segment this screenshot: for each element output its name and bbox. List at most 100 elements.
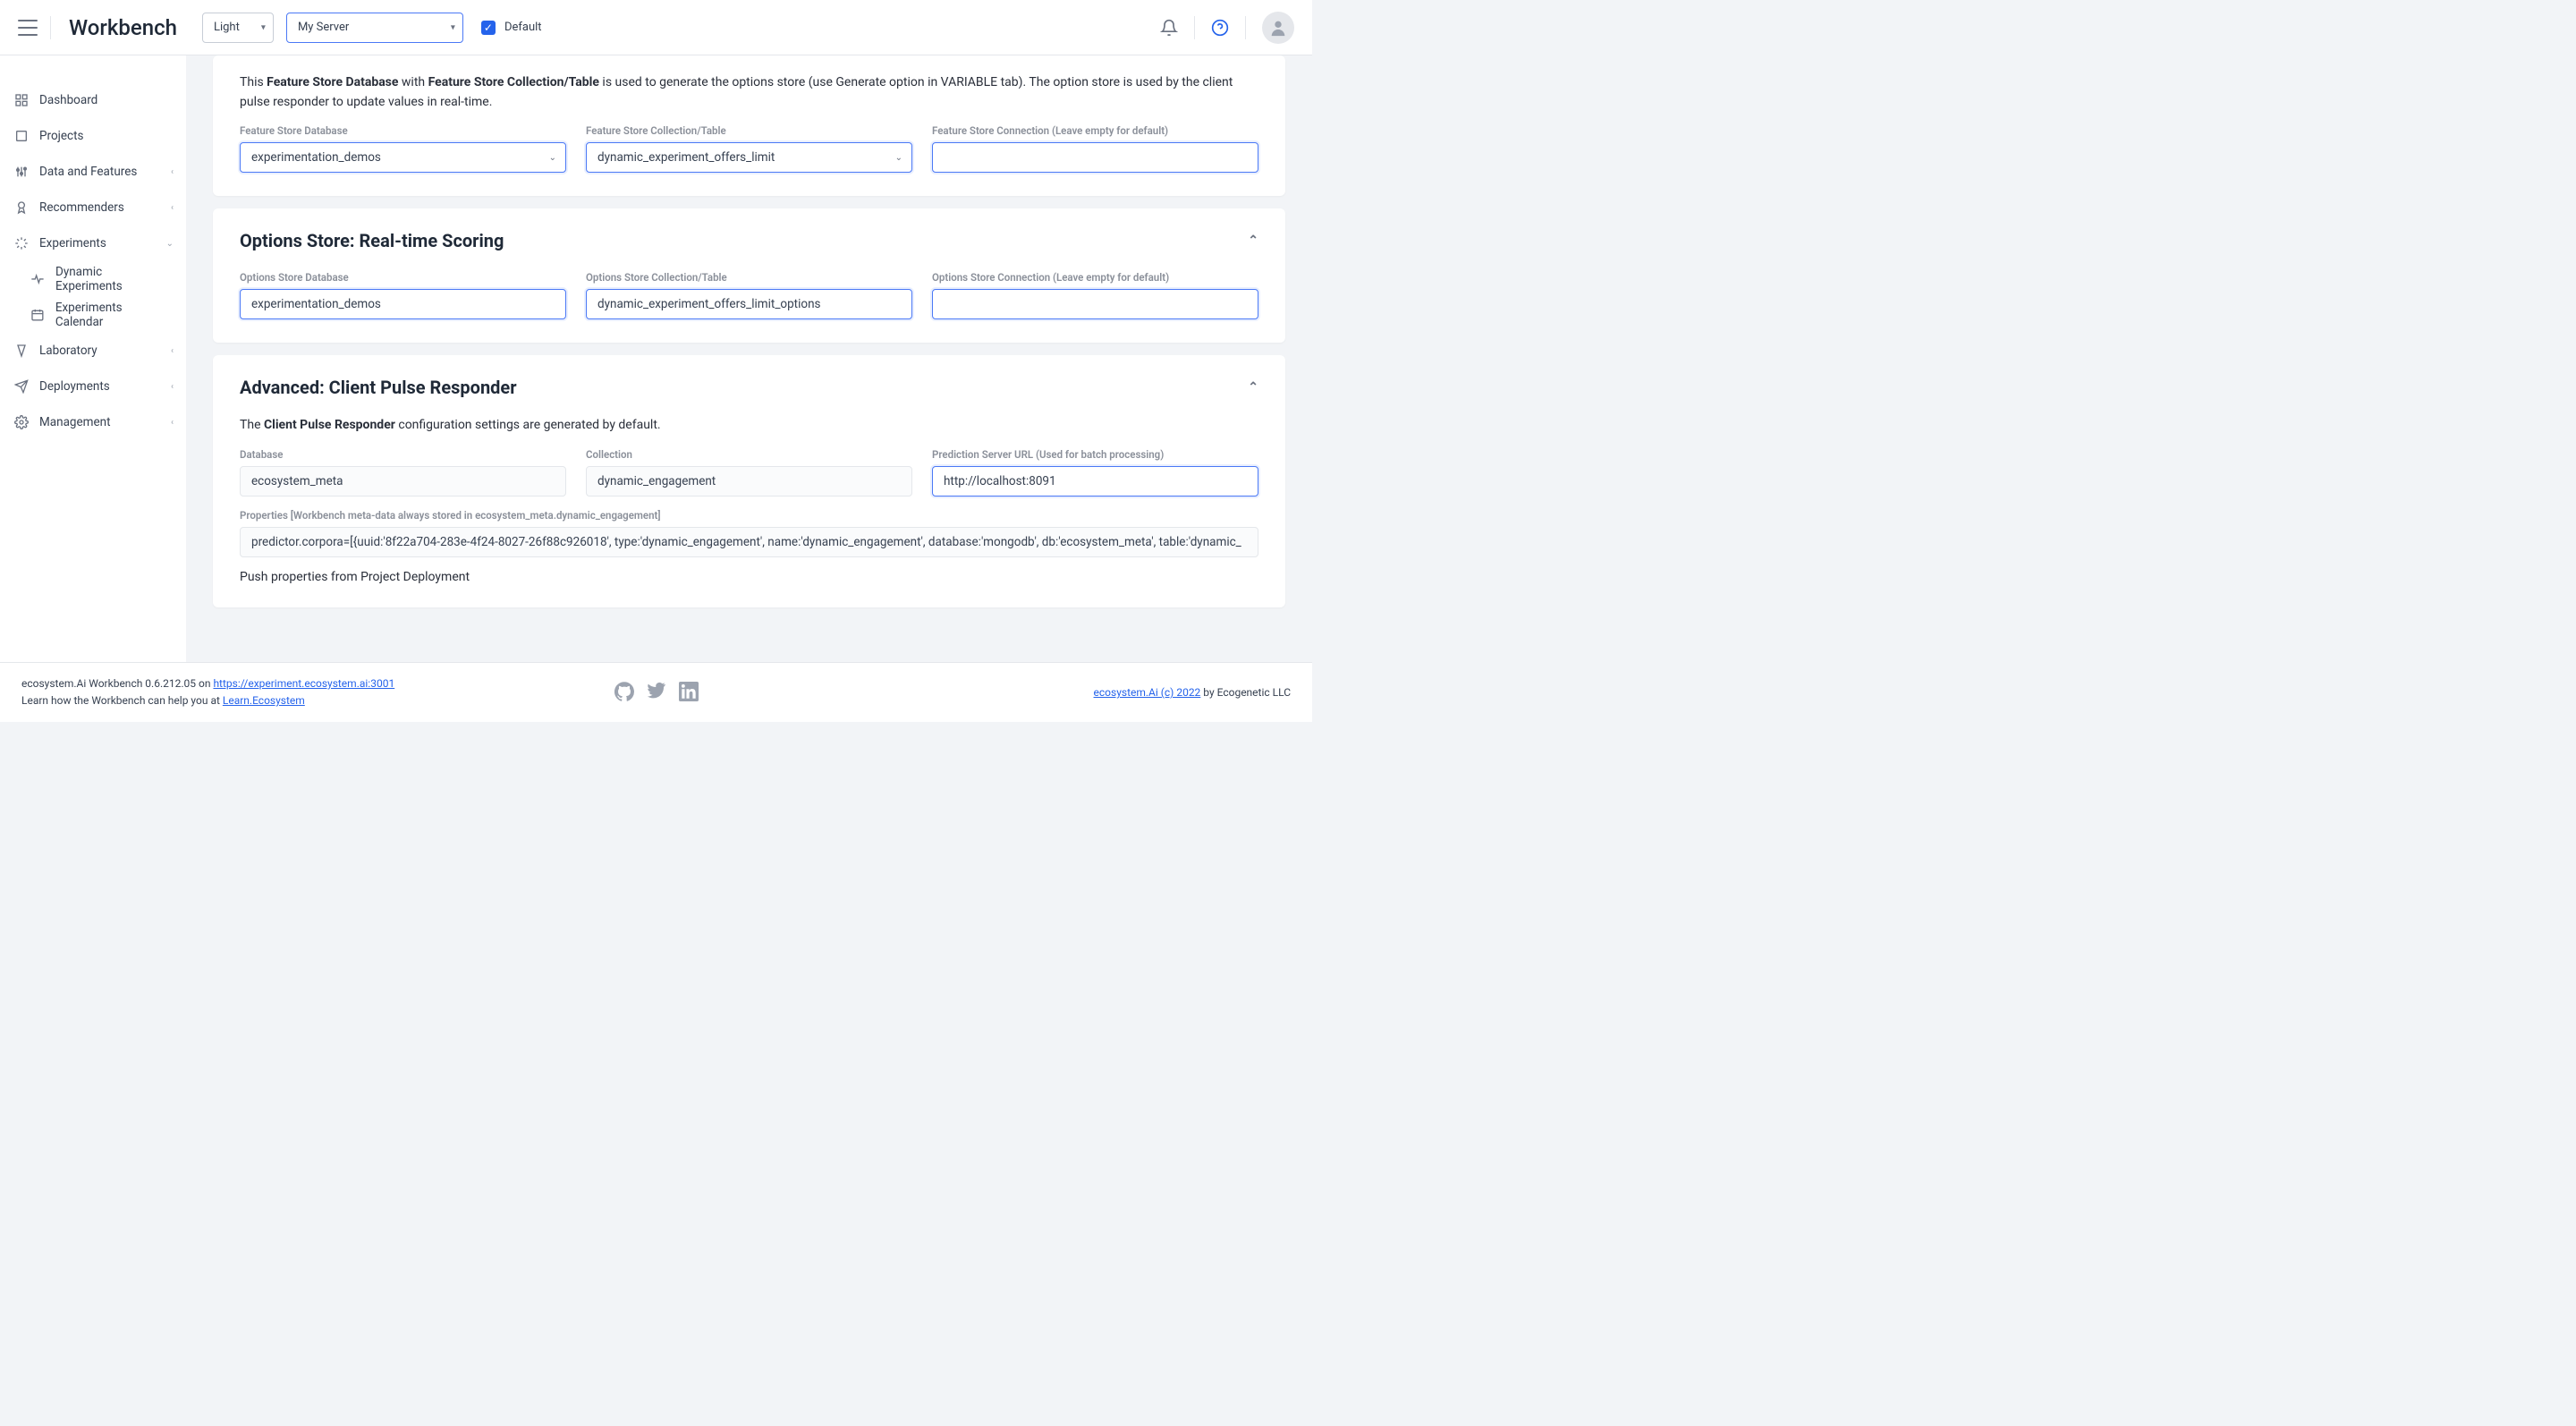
footer-learn-link[interactable]: Learn.Ecosystem (223, 694, 305, 707)
divider (1194, 16, 1195, 39)
footer-copyright-link[interactable]: ecosystem.Ai (c) 2022 (1094, 686, 1201, 699)
sidebar-item-label: Data and Features (39, 165, 137, 179)
options-store-card: Options Store: Real-time Scoring ⌃ Optio… (213, 208, 1285, 343)
field-label: Feature Store Collection/Table (586, 124, 912, 137)
options-store-database-input[interactable]: experimentation_demos (240, 289, 566, 319)
sidebar-item-label: Laboratory (39, 344, 97, 358)
field-label: Options Store Connection (Leave empty fo… (932, 271, 1258, 284)
github-icon[interactable] (614, 682, 634, 704)
chevron-down-icon: ⌄ (166, 239, 174, 249)
options-store-title-row[interactable]: Options Store: Real-time Scoring ⌃ (240, 230, 1258, 251)
sidebar-item-label: Dashboard (39, 93, 97, 107)
cpr-collection-field: Collection dynamic_engagement (586, 448, 912, 497)
theme-select[interactable]: Light ▾ (202, 13, 274, 43)
cpr-database-input[interactable]: ecosystem_meta (240, 466, 566, 497)
chevron-left-icon: ‹ (171, 346, 174, 356)
feature-store-database-select[interactable]: experimentation_demos ⌄ (240, 142, 566, 173)
sidebar-item-deployments[interactable]: Deployments ‹ (0, 369, 186, 404)
chevron-down-icon: ⌄ (549, 153, 556, 163)
field-label: Feature Store Connection (Leave empty fo… (932, 124, 1258, 137)
cpr-prediction-url-input[interactable]: http://localhost:8091 (932, 466, 1258, 497)
chevron-up-icon: ⌃ (1248, 233, 1258, 248)
card-title: Options Store: Real-time Scoring (240, 230, 504, 251)
client-pulse-title-row[interactable]: Advanced: Client Pulse Responder ⌃ (240, 377, 1258, 398)
cpr-collection-input[interactable]: dynamic_engagement (586, 466, 912, 497)
footer-left: ecosystem.Ai Workbench 0.6.212.05 on htt… (21, 675, 394, 709)
sidebar-item-data-features[interactable]: Data and Features ‹ (0, 154, 186, 190)
chevron-left-icon: ‹ (171, 418, 174, 428)
feature-store-collection-select[interactable]: dynamic_experiment_offers_limit ⌄ (586, 142, 912, 173)
options-store-connection-input[interactable] (932, 289, 1258, 319)
grid-icon (14, 93, 29, 107)
chevron-left-icon: ‹ (171, 382, 174, 392)
options-store-fields: Options Store Database experimentation_d… (240, 271, 1258, 319)
feature-store-connection-input[interactable] (932, 142, 1258, 173)
card-title: Advanced: Client Pulse Responder (240, 377, 517, 398)
feature-store-collection-field: Feature Store Collection/Table dynamic_e… (586, 124, 912, 173)
activity-icon (30, 272, 45, 286)
sidebar-item-dynamic-experiments[interactable]: Dynamic Experiments (0, 261, 186, 297)
options-store-collection-field: Options Store Collection/Table dynamic_e… (586, 271, 912, 319)
divider (1245, 16, 1246, 39)
field-label: Properties [Workbench meta-data always s… (240, 509, 1258, 522)
sidebar-item-experiments-calendar[interactable]: Experiments Calendar (0, 297, 186, 333)
select-value: experimentation_demos (251, 150, 381, 165)
folder-icon (14, 129, 29, 143)
avatar[interactable] (1262, 12, 1294, 44)
checkbox-checked-icon: ✓ (481, 21, 496, 35)
hamburger-menu-icon[interactable] (18, 20, 38, 36)
award-icon (14, 200, 29, 215)
footer-company-text: by Ecogenetic LLC (1200, 686, 1291, 699)
feature-store-fields: Feature Store Database experimentation_d… (240, 124, 1258, 173)
sidebar-item-label: Experiments Calendar (55, 301, 172, 329)
twitter-icon[interactable] (647, 682, 666, 704)
chevron-up-icon: ⌃ (1248, 380, 1258, 395)
calendar-icon (30, 308, 45, 322)
app-title: Workbench (69, 15, 177, 40)
input-value: dynamic_engagement (597, 474, 716, 488)
feature-store-database-field: Feature Store Database experimentation_d… (240, 124, 566, 173)
sidebar-item-label: Management (39, 415, 111, 429)
push-properties-link[interactable]: Push properties from Project Deployment (240, 570, 1258, 584)
input-value: http://localhost:8091 (944, 474, 1056, 488)
sidebar-item-label: Experiments (39, 236, 106, 250)
options-store-collection-input[interactable]: dynamic_experiment_offers_limit_options (586, 289, 912, 319)
linkedin-icon[interactable] (679, 682, 699, 704)
sidebar-item-label: Deployments (39, 379, 110, 394)
input-value: predictor.corpora=[{uuid:'8f22a704-283e-… (251, 535, 1241, 549)
sidebar-item-label: Projects (39, 129, 84, 143)
feature-store-desc: This Feature Store Database with Feature… (240, 73, 1258, 112)
sidebar-item-management[interactable]: Management ‹ (0, 404, 186, 440)
body-row: Dashboard Projects Data and Features ‹ R… (0, 55, 1312, 662)
spinner-icon (14, 236, 29, 250)
field-label: Database (240, 448, 566, 461)
footer-version-text: ecosystem.Ai Workbench 0.6.212.05 on (21, 677, 213, 690)
chevron-down-icon: ▾ (451, 22, 455, 32)
field-label: Prediction Server URL (Used for batch pr… (932, 448, 1258, 461)
options-store-connection-field: Options Store Connection (Leave empty fo… (932, 271, 1258, 319)
cpr-properties-input[interactable]: predictor.corpora=[{uuid:'8f22a704-283e-… (240, 527, 1258, 557)
options-store-database-field: Options Store Database experimentation_d… (240, 271, 566, 319)
sidebar-item-experiments[interactable]: Experiments ⌄ (0, 225, 186, 261)
sidebar-item-recommenders[interactable]: Recommenders ‹ (0, 190, 186, 225)
main-content: This Feature Store Database with Feature… (186, 55, 1312, 662)
footer-server-link[interactable]: https://experiment.ecosystem.ai:3001 (213, 677, 394, 690)
input-value: ecosystem_meta (251, 474, 343, 488)
sidebar-item-dashboard[interactable]: Dashboard (0, 82, 186, 118)
client-pulse-desc: The Client Pulse Responder configuration… (240, 416, 1258, 436)
server-select[interactable]: My Server ▾ (286, 13, 463, 43)
sidebar-item-projects[interactable]: Projects (0, 118, 186, 154)
sliders-icon (14, 165, 29, 179)
cpr-properties-field: Properties [Workbench meta-data always s… (240, 509, 1258, 557)
default-checkbox-label: Default (504, 21, 542, 34)
sidebar-item-laboratory[interactable]: Laboratory ‹ (0, 333, 186, 369)
feature-store-card: This Feature Store Database with Feature… (213, 55, 1285, 196)
footer-social (614, 682, 699, 704)
chevron-down-icon: ▾ (261, 22, 266, 32)
bell-icon[interactable] (1160, 19, 1178, 37)
default-checkbox[interactable]: ✓ Default (481, 21, 542, 35)
help-icon[interactable] (1211, 19, 1229, 37)
divider (50, 16, 51, 39)
input-value: dynamic_experiment_offers_limit_options (597, 297, 821, 311)
select-value: dynamic_experiment_offers_limit (597, 150, 775, 165)
